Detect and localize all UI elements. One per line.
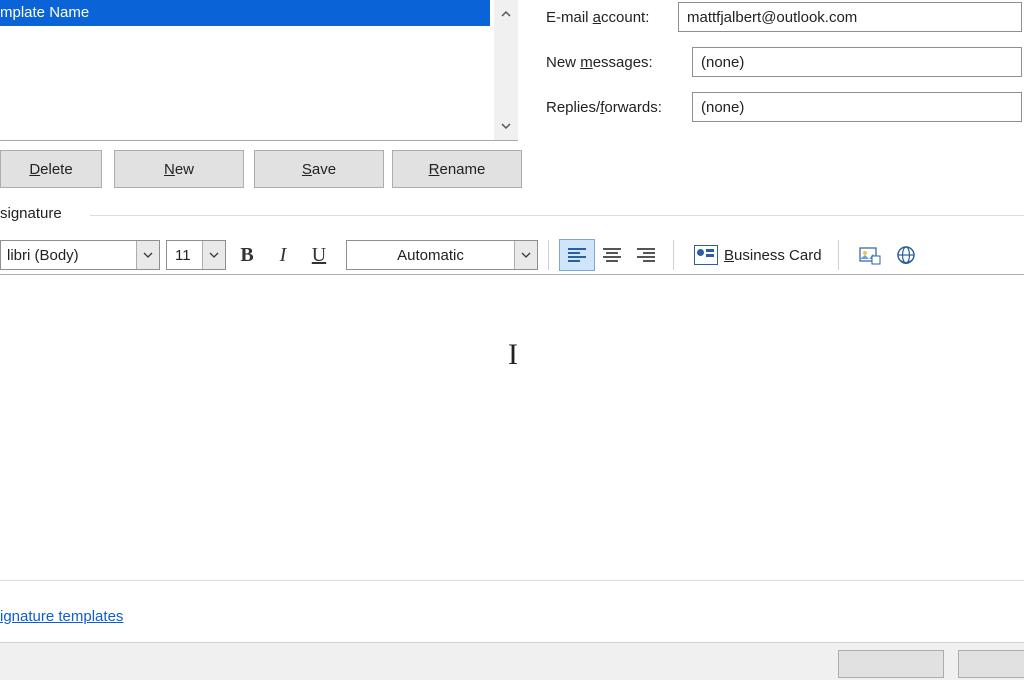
insert-hyperlink-button[interactable] [891,240,921,270]
scroll-up-icon[interactable] [494,2,518,26]
font-name-dropdown-icon[interactable] [136,241,159,269]
email-account-select[interactable]: mattfjalbert@outlook.com [678,2,1022,32]
email-account-label-pre: E-mail [546,9,593,26]
bottom-divider [0,580,1024,581]
replies-forwards-label: Replies/forwards: [546,99,678,116]
font-size-combo[interactable]: 11 [166,240,226,270]
email-account-label-post: ccount: [601,9,649,26]
new-messages-label-post: essages: [593,54,653,71]
business-card-icon [694,245,718,265]
signature-list[interactable]: mplate Name [0,0,518,141]
save-label-post: ave [312,161,336,178]
rename-label-post: ename [439,161,485,178]
new-button[interactable]: New [114,150,244,188]
business-card-button[interactable]: Business Card [688,240,828,270]
ok-button[interactable] [838,650,944,678]
save-button[interactable]: Save [254,150,384,188]
business-card-label-post: usiness Card [734,247,822,264]
toolbar-separator-2 [673,240,674,270]
align-right-button[interactable] [629,240,663,270]
edit-signature-section-label: signature [0,205,62,222]
business-card-label: Business Card [724,247,822,264]
align-center-button[interactable] [595,240,629,270]
scroll-down-icon[interactable] [494,114,518,138]
new-label-u: N [164,161,175,178]
new-label-post: ew [175,161,194,178]
font-name-value: libri (Body) [1,247,136,264]
underline-button[interactable]: U [304,240,334,270]
save-label-u: S [302,161,312,178]
replies-forwards-label-post: orwards: [604,99,662,116]
rename-button[interactable]: Rename [392,150,522,188]
email-account-label: E-mail account: [546,9,678,26]
section-divider [90,215,1024,216]
new-messages-label: New messages: [546,54,678,71]
insert-picture-button[interactable] [855,240,885,270]
replies-forwards-select[interactable]: (none) [692,92,1022,122]
rename-label-u: R [429,161,440,178]
signature-editor[interactable] [0,276,1024,572]
email-account-label-u: a [593,9,601,26]
toolbar-separator-3 [838,240,839,270]
cancel-button[interactable] [958,650,1024,678]
italic-button[interactable]: I [268,240,298,270]
new-messages-label-pre: New [546,54,580,71]
toolbar-separator-1 [548,240,549,270]
delete-label-post: elete [40,161,73,178]
font-size-dropdown-icon[interactable] [202,241,225,269]
text-cursor-icon: I [508,338,518,372]
font-name-combo[interactable]: libri (Body) [0,240,160,270]
business-card-label-u: B [724,247,734,264]
new-messages-select[interactable]: (none) [692,47,1022,77]
delete-button[interactable]: Delete [0,150,102,188]
bold-button[interactable]: B [232,240,262,270]
align-group [559,239,663,271]
signature-templates-link[interactable]: ignature templates [0,608,123,625]
font-color-dropdown-icon[interactable] [514,241,537,269]
align-left-button[interactable] [559,239,595,271]
delete-label-u: D [29,161,40,178]
signature-list-item-selected[interactable]: mplate Name [0,0,490,26]
new-messages-label-u: m [580,54,593,71]
font-size-value: 11 [167,247,202,264]
font-color-combo[interactable]: Automatic [346,240,538,270]
font-color-value: Automatic [347,247,514,264]
dialog-footer [0,642,1024,680]
signature-list-scrollbar[interactable] [494,0,518,140]
replies-forwards-label-pre: Replies/ [546,99,600,116]
